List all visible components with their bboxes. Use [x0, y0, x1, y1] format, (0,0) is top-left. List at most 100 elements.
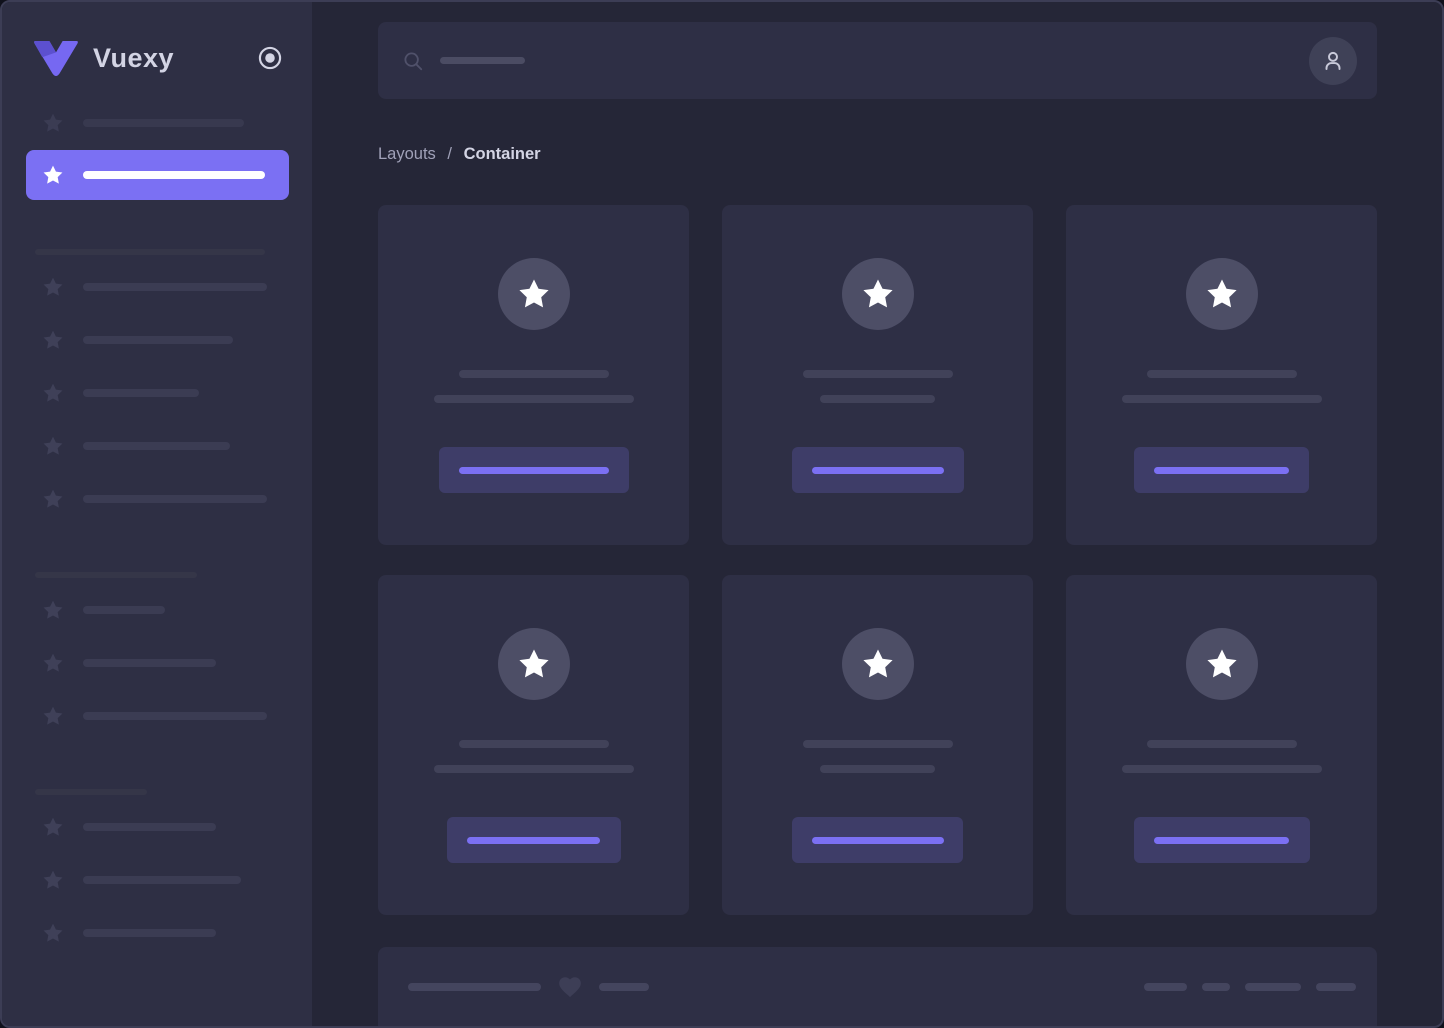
menu-item-label-placeholder [83, 283, 267, 291]
star-icon [41, 487, 65, 511]
feature-card [378, 205, 689, 545]
sidebar-item[interactable] [2, 704, 312, 728]
card-action-button[interactable] [791, 447, 964, 493]
breadcrumb: Layouts / Container [378, 145, 1377, 164]
button-label-placeholder [1154, 836, 1289, 844]
star-icon [518, 649, 549, 678]
main-content: Layouts / Container [312, 2, 1442, 1026]
card-grid [378, 205, 1377, 915]
card-icon-circle [841, 628, 914, 700]
feature-card [378, 575, 689, 915]
user-avatar[interactable] [1309, 36, 1357, 85]
sidebar-item[interactable] [2, 111, 312, 135]
feature-card [722, 575, 1033, 915]
button-label-placeholder [811, 466, 944, 474]
app-window: Vuexy Layouts / Container [0, 0, 1444, 1028]
sidebar-menu [2, 111, 312, 945]
star-icon [41, 381, 65, 405]
card-action-button[interactable] [792, 817, 963, 863]
card-text-line-placeholder [433, 765, 634, 773]
star-icon [43, 436, 63, 455]
footer-text-placeholder [599, 983, 649, 991]
sidebar-item[interactable] [2, 328, 312, 352]
menu-item-label-placeholder [83, 876, 241, 884]
breadcrumb-parent-link[interactable]: Layouts [378, 145, 436, 163]
star-icon [41, 651, 65, 675]
star-icon [43, 653, 63, 672]
radio-circle-icon[interactable] [257, 45, 283, 71]
star-icon [43, 923, 63, 942]
star-icon [41, 921, 65, 945]
footer-link-placeholder [1245, 983, 1301, 991]
sidebar-item[interactable] [2, 434, 312, 458]
footer-card [378, 947, 1377, 1026]
star-icon [43, 817, 63, 836]
star-icon [862, 649, 893, 678]
button-label-placeholder [1154, 466, 1289, 474]
footer-right-group [1144, 983, 1356, 991]
feature-card [722, 205, 1033, 545]
star-icon [41, 815, 65, 839]
brand-name: Vuexy [93, 42, 175, 73]
star-icon [43, 330, 63, 349]
card-text-line-placeholder [820, 765, 935, 773]
footer-left-group [408, 974, 649, 1000]
card-text-line-placeholder [1146, 370, 1297, 378]
card-icon-circle [497, 258, 570, 330]
search-bar[interactable] [378, 22, 1377, 99]
person-icon [1325, 51, 1341, 70]
menu-item-label-placeholder [83, 823, 216, 831]
sidebar-item[interactable] [2, 487, 312, 511]
star-icon [43, 706, 63, 725]
card-action-button[interactable] [1134, 447, 1309, 493]
sidebar-item[interactable] [2, 868, 312, 892]
sidebar-item-active[interactable] [26, 150, 289, 200]
footer-link-placeholder [1316, 983, 1356, 991]
star-icon [41, 868, 65, 892]
card-action-button[interactable] [438, 447, 629, 493]
star-icon [43, 113, 63, 132]
card-text-line-placeholder [820, 395, 935, 403]
sidebar-item[interactable] [2, 921, 312, 945]
star-icon [41, 111, 65, 135]
star-icon [41, 434, 65, 458]
vuexy-v-logo-icon [32, 40, 80, 76]
card-icon-circle [497, 628, 570, 700]
footer-text-placeholder [408, 983, 541, 991]
menu-item-label-placeholder [83, 119, 244, 127]
menu-section-divider [35, 789, 147, 795]
card-action-button[interactable] [446, 817, 621, 863]
card-text-line-placeholder [458, 740, 609, 748]
card-action-button[interactable] [1133, 817, 1310, 863]
star-icon [41, 704, 65, 728]
star-icon [41, 163, 65, 187]
breadcrumb-current: Container [463, 145, 541, 163]
sidebar-item[interactable] [2, 381, 312, 405]
feature-card [1066, 575, 1377, 915]
menu-item-label-placeholder [83, 389, 199, 397]
menu-item-label-placeholder [83, 495, 267, 503]
menu-item-label-placeholder [83, 929, 216, 937]
card-text-line-placeholder [1121, 765, 1322, 773]
card-icon-circle [841, 258, 914, 330]
footer-content [408, 977, 1356, 998]
star-icon [43, 870, 63, 889]
star-icon [41, 275, 65, 299]
menu-item-label-placeholder [83, 336, 233, 344]
footer-link-placeholder [1144, 983, 1187, 991]
card-text-line-placeholder [802, 370, 953, 378]
sidebar-item[interactable] [2, 598, 312, 622]
menu-item-label-placeholder [83, 712, 267, 720]
star-icon [43, 600, 63, 619]
card-icon-circle [1185, 258, 1258, 330]
star-icon [862, 279, 893, 308]
card-text-line-placeholder [1121, 395, 1322, 403]
sidebar-item[interactable] [2, 815, 312, 839]
footer-link-placeholder [1202, 983, 1230, 991]
sidebar-item[interactable] [2, 275, 312, 299]
sidebar-item[interactable] [2, 651, 312, 675]
star-icon [43, 489, 63, 508]
menu-section-divider [35, 249, 265, 255]
star-icon [1206, 649, 1237, 678]
star-icon [41, 328, 65, 352]
